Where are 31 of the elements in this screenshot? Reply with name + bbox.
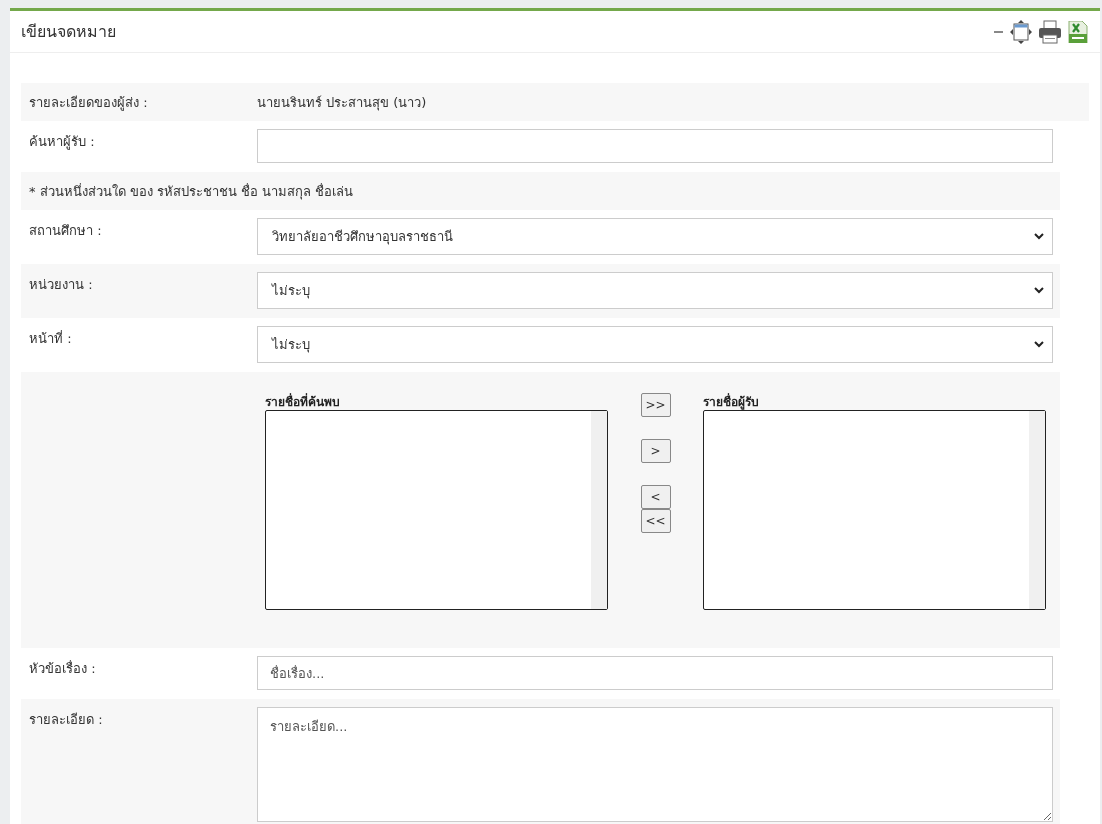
chevron-icon <box>1034 341 1044 348</box>
field-label: หน้าที่ : <box>29 329 73 348</box>
field-label: รายละเอียด : <box>29 711 104 729</box>
printer-icon[interactable] <box>1038 19 1062 44</box>
field-label: สถานศึกษา : <box>29 222 103 240</box>
move-button[interactable]: < <box>640 485 671 509</box>
move-button[interactable]: > <box>640 439 671 463</box>
field-label: หัวข้อเรื่อง : <box>29 659 97 678</box>
chevron-icon <box>1034 287 1044 294</box>
dropdown[interactable]: ไม่ระบุ <box>257 272 1053 309</box>
move-button[interactable]: >> <box>640 393 671 417</box>
listbox[interactable] <box>703 410 1046 610</box>
scrollbar[interactable] <box>1029 411 1045 609</box>
excel-file-icon[interactable] <box>1068 20 1088 43</box>
field-label: รายละเอียดของผู้ส่ง : <box>29 93 149 113</box>
dropdown[interactable]: ไม่ระบุ <box>257 326 1053 363</box>
listbox[interactable] <box>265 410 608 610</box>
resize-window-icon[interactable] <box>1010 19 1032 44</box>
move-button[interactable]: << <box>640 509 671 533</box>
scrollbar[interactable] <box>591 411 607 609</box>
list-heading: รายชื่อที่ค้นพบ <box>265 392 341 410</box>
field-label: หน่วยงาน : <box>29 276 94 294</box>
panel-title: เขียนจดหมาย <box>21 21 116 43</box>
search-hint: * ส่วนหนึ่งส่วนใด ของ รหัสประชาชน ชื่อ นามสกุล ชื่อเล่น <box>29 182 354 202</box>
list-heading: รายชื่อผู้รับ <box>703 392 760 410</box>
chevron-icon <box>1034 233 1044 240</box>
field-label: ค้นหาผู้รับ : <box>29 133 96 152</box>
input-field[interactable]: ชื่อเรื่อง... <box>257 656 1053 690</box>
text-area[interactable]: รายละเอียด... <box>257 707 1053 822</box>
sender-name: นายนรินทร์ ประสานสุข (นาว) <box>257 93 427 113</box>
dropdown[interactable]: วิทยาลัยอาชีวศึกษาอุบลราชธานี <box>257 218 1053 255</box>
